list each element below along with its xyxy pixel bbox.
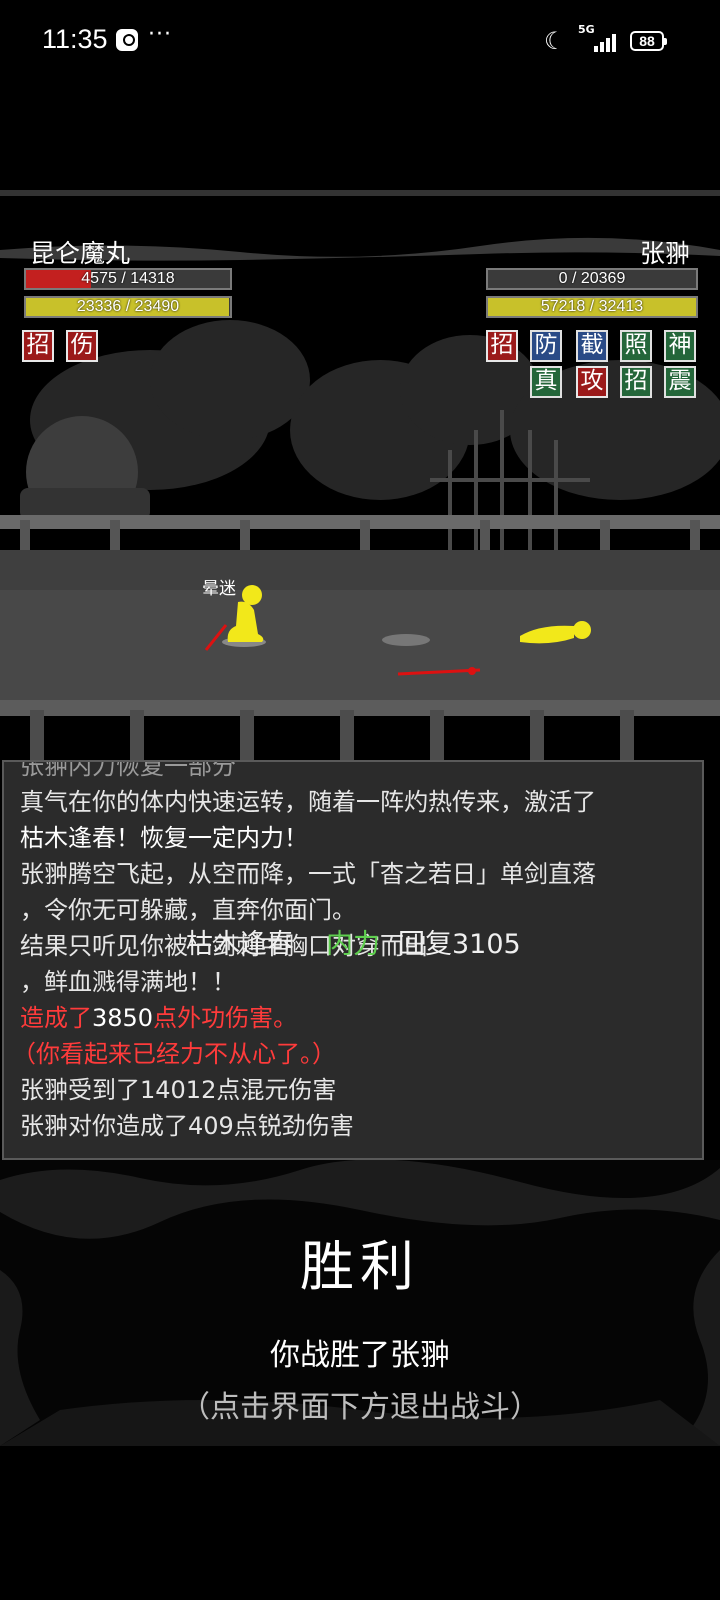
enemy-badge-zhao2[interactable]: 照 [620,330,652,362]
enemy-name: 张翀 [639,239,690,268]
log-line: 张翀腾空飞起，从空而降，一式「杳之若日」单剑直落 [20,860,596,888]
overlay-recover-amount: 回复3105 [398,929,521,960]
log-line: 张翀对你造成了409点锐劲伤害 [20,1112,354,1140]
battle-scene[interactable]: 昆仑魔丸 4575 / 14318 23336 / 23490 招 伤 张翀 0… [0,190,720,760]
victory-panel[interactable]: 胜利 你战胜了张翀 （点击界面下方退出战斗） [0,1160,720,1446]
enemy-hp-bar: 0 / 20369 [486,268,698,290]
player-hp-text: 4575 / 14318 [81,270,175,287]
log-line: ，鲜血溅得满地！！ [20,968,236,996]
player-mp-text: 23336 / 23490 [76,298,180,315]
enemy-mp-bar: 57218 / 32413 [486,296,698,318]
battery-icon: 88 [630,31,667,51]
combat-log[interactable]: 张翀内力恢复一部分 真气在你的体内快速运转，随着一阵灼热传来，激活了 枯木逢春！… [2,760,704,1160]
log-line: ，令你无可躲藏，直奔你面门。 [20,896,356,924]
stun-status-label: 晕迷 [202,579,236,599]
log-damage-suffix: 点外功伤害。 [153,1004,298,1032]
exit-battle-hint[interactable]: （点击界面下方退出战斗） [0,1382,720,1426]
player-hp-bar: 4575 / 14318 [24,268,232,290]
log-line: 张翀内力恢复一部分 [20,760,236,780]
status-bar: 11:35 ··· ☾ 5G 88 [0,0,720,86]
enemy-hp-text: 0 / 20369 [558,270,626,287]
log-line: 枯木逢春！恢复一定内力！ [20,824,308,852]
status-time: 11:35 [42,24,108,54]
victory-subtitle: 你战胜了张翀 [270,1338,450,1373]
enemy-badge-fang[interactable]: 防 [530,330,562,362]
player-mp-bar: 23336 / 23490 [24,296,232,318]
signal-icon [594,30,620,52]
enemy-badge-zhao[interactable]: 招 [486,330,518,362]
enemy-badge-shen[interactable]: 神 [664,330,696,362]
enemy-badge-jie[interactable]: 截 [576,330,608,362]
enemy-badge-zhen2[interactable]: 震 [664,366,696,398]
victory-title: 胜利 [300,1235,420,1298]
log-damage-value: 3850 [92,1004,154,1032]
log-damage-prefix: 造成了 [20,1004,92,1032]
network-type-label: 5G [578,23,595,36]
player-name: 昆仑魔丸 [30,239,131,268]
player-badge-shang[interactable]: 伤 [66,330,98,362]
overlay-skill-name: 枯木逢春 [186,929,294,960]
player-badge-zhao[interactable]: 招 [22,330,54,362]
log-line: （你看起来已经力不从心了。） [12,1040,336,1068]
log-line: 真气在你的体内快速运转，随着一阵灼热传来，激活了 [20,788,596,816]
enemy-badge-gong[interactable]: 攻 [576,366,608,398]
overlay-stat-name: 内力 [326,929,380,960]
enemy-badge-zhao3[interactable]: 招 [620,366,652,398]
log-line-damage: 造成了3850点外功伤害。 [20,998,297,1033]
clock-app-icon [116,29,138,51]
more-notifications-icon: ··· [148,22,172,47]
do-not-disturb-icon: ☾ [544,27,566,55]
log-line: 张翀受到了14012点混元伤害 [20,1076,337,1104]
enemy-mp-text: 57218 / 32413 [540,298,644,315]
enemy-badge-zhen[interactable]: 真 [530,366,562,398]
